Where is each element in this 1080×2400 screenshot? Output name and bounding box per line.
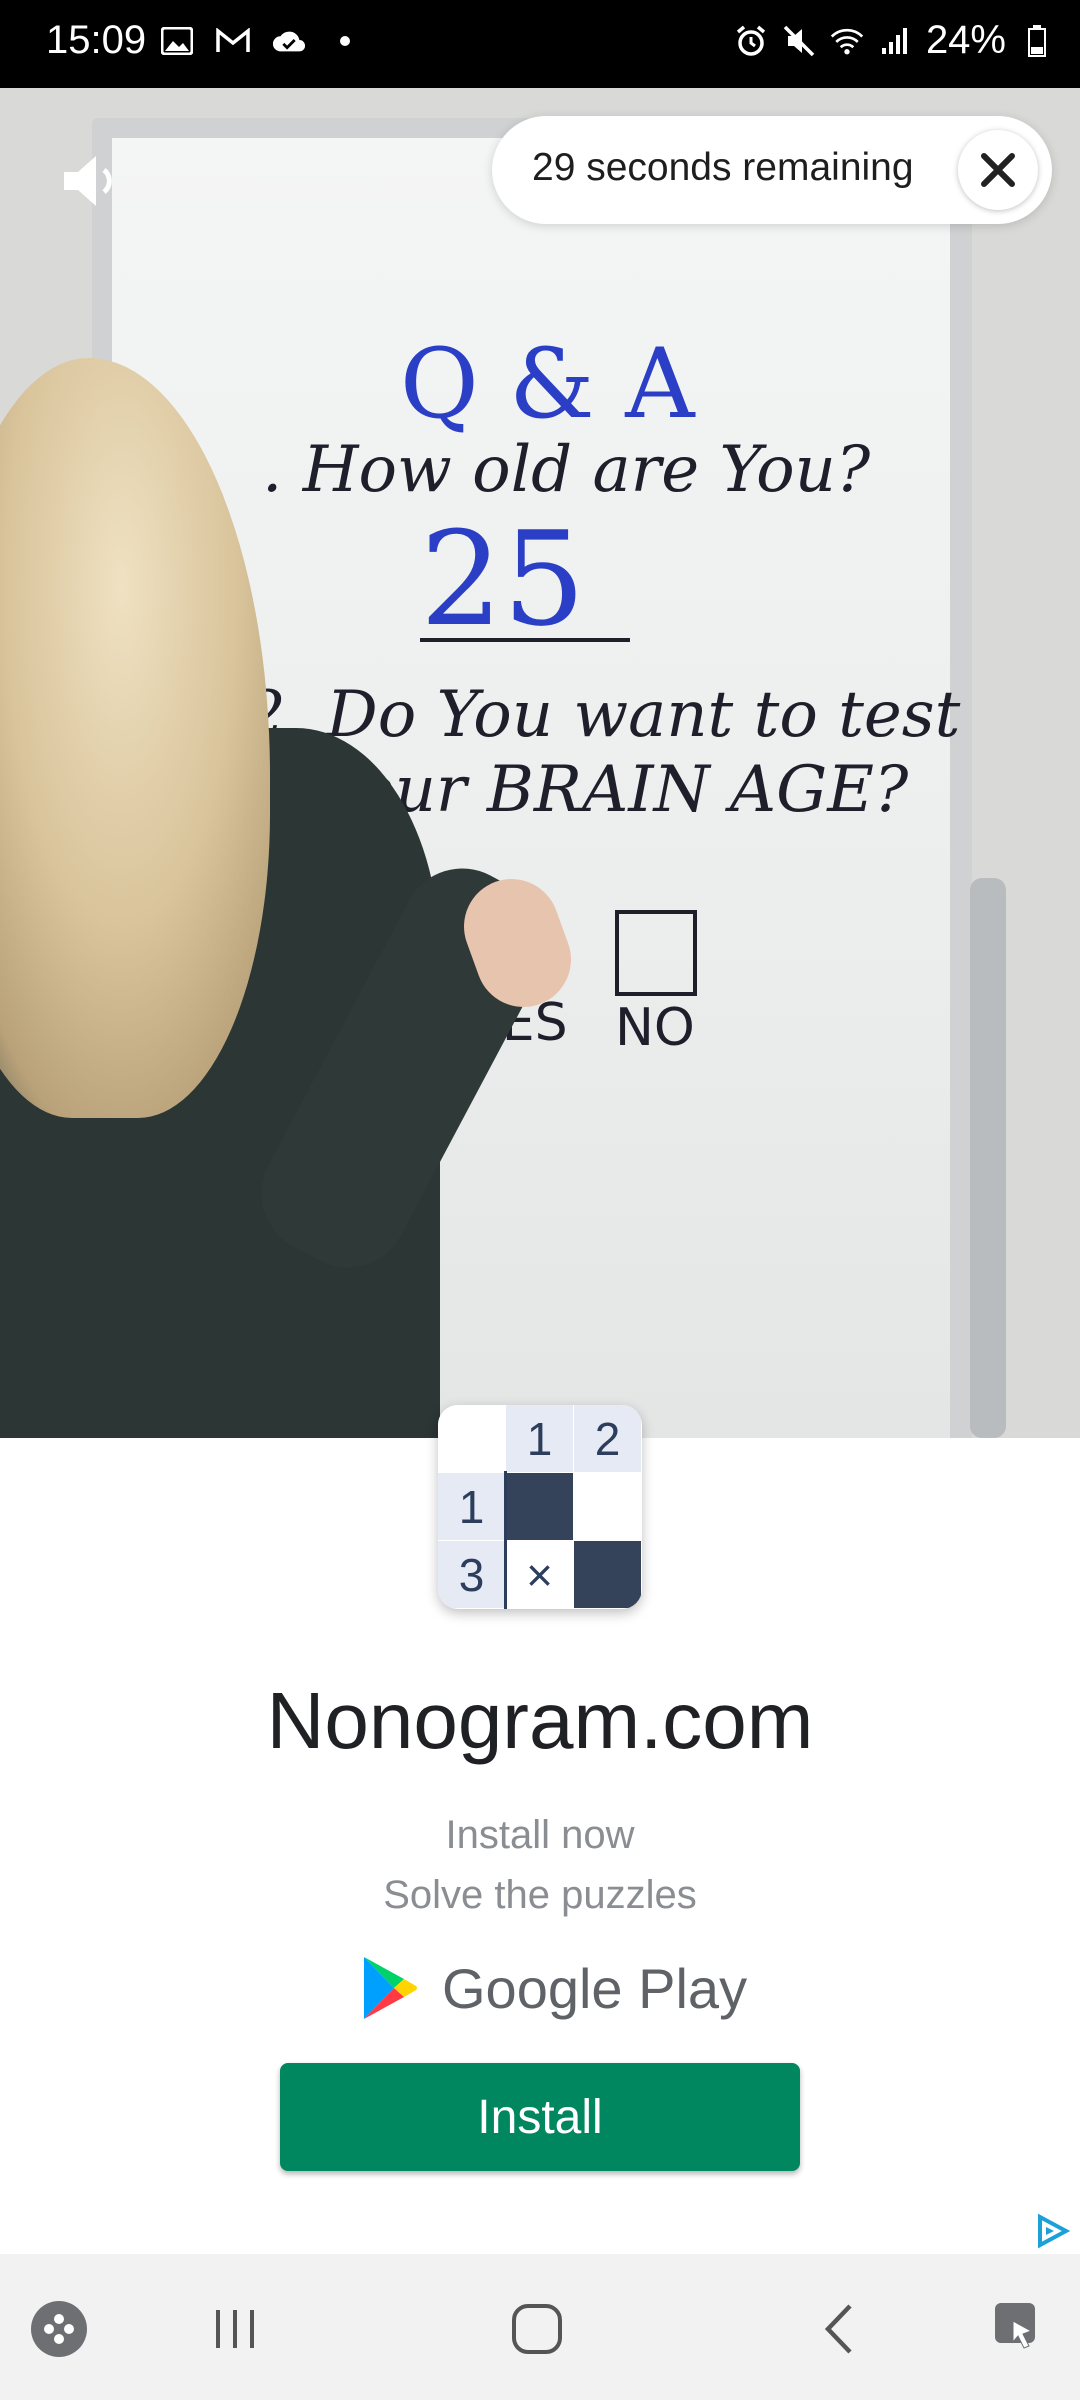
game-launcher-icon[interactable] (24, 2294, 94, 2364)
notification-icons (160, 24, 362, 58)
close-ad-button[interactable] (958, 130, 1038, 210)
back-icon[interactable] (805, 2294, 875, 2364)
system-icons: 24% (734, 18, 1054, 63)
filled-tile (506, 1473, 573, 1540)
video-player[interactable]: Q & A . How old are You? 25 2. Do You wa… (0, 88, 1080, 1438)
row-header-1: 1 (438, 1473, 505, 1540)
countdown-text: 29 seconds remaining (532, 146, 914, 189)
navigation-bar (0, 2254, 1080, 2400)
signal-icon (878, 24, 912, 58)
adchoices-icon[interactable] (1034, 2213, 1071, 2249)
whiteboard-question-1: . How old are You? (262, 433, 871, 507)
whiteboard-stand (970, 878, 1006, 1438)
cloud-icon (272, 24, 306, 58)
col-header-2: 2 (574, 1405, 641, 1472)
app-icon[interactable]: 1 2 1 3 × (438, 1405, 642, 1609)
status-time: 15:09 (46, 18, 147, 62)
dot-icon (328, 24, 362, 58)
ad-tagline-2: Solve the puzzles (383, 1873, 697, 1917)
wifi-icon (830, 24, 864, 58)
recents-icon[interactable] (200, 2294, 270, 2364)
assistant-icon[interactable] (986, 2294, 1056, 2364)
home-icon[interactable] (502, 2294, 572, 2364)
battery-percent: 24% (925, 18, 1006, 62)
volume-icon (64, 156, 112, 206)
gallery-icon (160, 24, 194, 58)
close-icon (981, 153, 1015, 187)
google-play-icon (364, 1957, 417, 2019)
row-header-2: 3 (438, 1541, 505, 1608)
no-checkbox-drawing (615, 910, 697, 996)
col-header-1: 1 (506, 1405, 573, 1472)
filled-tile (574, 1541, 641, 1608)
sound-toggle-button[interactable] (56, 146, 126, 216)
status-bar: 15:09 24% (0, 0, 1080, 88)
mute-icon (782, 24, 816, 58)
crossed-tile: × (506, 1541, 573, 1608)
whiteboard-answer-1: 25 (420, 503, 586, 655)
app-name: Nonogram.com (266, 1676, 814, 1765)
battery-icon (1020, 24, 1054, 58)
alarm-icon (734, 24, 768, 58)
whiteboard-title: Q & A (400, 328, 695, 440)
store-name: Google Play (442, 1956, 748, 2020)
grid-divider (504, 1471, 507, 1609)
no-label: NO (615, 998, 695, 1058)
empty-tile (574, 1473, 641, 1540)
install-button[interactable]: Install (280, 2063, 800, 2171)
gmail-icon (216, 24, 250, 58)
google-play-badge: Google Play (360, 1955, 747, 2021)
ad-tagline-1: Install now (445, 1813, 635, 1857)
answer-underline (420, 638, 630, 642)
grid-corner (438, 1405, 505, 1472)
whiteboard-question-2-line-1: 2. Do You want to test (245, 678, 961, 752)
